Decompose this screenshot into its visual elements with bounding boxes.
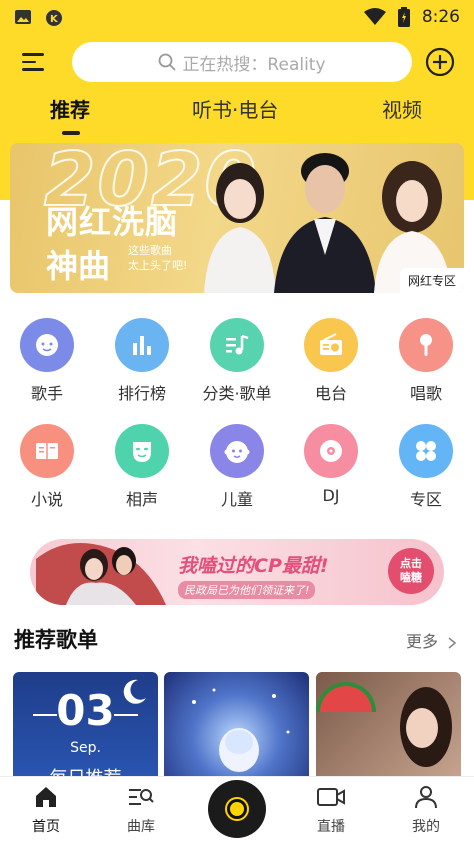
- nav-live[interactable]: 直播: [296, 785, 366, 836]
- category-singer[interactable]: 歌手: [7, 318, 87, 404]
- status-bar: K 8:26: [0, 0, 474, 34]
- live-camera-icon: [317, 788, 345, 806]
- add-icon[interactable]: [424, 46, 456, 78]
- promo-cta-button[interactable]: 点击 嗑糖: [388, 548, 434, 594]
- menu-line-icon: [22, 53, 44, 56]
- divider: [33, 714, 57, 716]
- banner-title-line2: 神曲: [46, 247, 111, 285]
- menu-line-icon: [22, 60, 36, 63]
- category-radio[interactable]: 电台: [291, 318, 371, 404]
- status-time: 8:26: [421, 7, 460, 27]
- tab-video[interactable]: 视频: [382, 94, 422, 123]
- playlist-card[interactable]: [316, 672, 461, 782]
- banner-person-image: [274, 153, 376, 293]
- section-title: 推荐歌单: [14, 628, 98, 652]
- book-icon: [20, 424, 74, 478]
- grid-icon: [399, 424, 453, 478]
- menu-line-icon: [22, 68, 44, 71]
- svg-text:K: K: [50, 14, 59, 25]
- home-icon: [36, 787, 56, 807]
- category-crosstalk[interactable]: 相声: [102, 424, 182, 510]
- category-playlist[interactable]: 分类·歌单: [197, 318, 277, 404]
- divider: [114, 714, 138, 716]
- nav-library[interactable]: 曲库: [106, 785, 176, 836]
- banner-subtitle: 这些歌曲 太上头了吧!: [128, 244, 188, 272]
- child-icon: [210, 424, 264, 478]
- category-karaoke[interactable]: 唱歌: [386, 318, 466, 404]
- chart-icon: [115, 318, 169, 372]
- player-disc-button[interactable]: [208, 780, 266, 838]
- banner-title: 网红洗脑: [46, 203, 179, 241]
- promo-subline: 民政局已为他们领证来了!: [178, 581, 316, 599]
- profile-icon: [415, 786, 437, 809]
- search-icon: [159, 53, 176, 71]
- promo-headline: 我嗑过的CP最甜!: [178, 555, 329, 577]
- nav-profile[interactable]: 我的: [391, 785, 461, 836]
- promo-couple-image: [36, 543, 166, 605]
- playlist-card-daily[interactable]: 03 Sep. 每日推荐: [13, 672, 158, 782]
- daily-month: Sep.: [70, 740, 101, 756]
- vinyl-icon: [304, 424, 358, 478]
- nav-home[interactable]: 首页: [11, 785, 81, 836]
- search-placeholder: 正在热搜：Reality: [182, 54, 326, 75]
- battery-icon: [397, 7, 410, 27]
- daily-day: 03: [56, 686, 115, 735]
- search-input[interactable]: 正在热搜：Reality: [72, 42, 412, 82]
- category-dj[interactable]: DJ: [291, 424, 371, 505]
- category-children[interactable]: 儿童: [197, 424, 277, 510]
- promo-banner[interactable]: 我嗑过的CP最甜! 民政局已为他们领证来了! 点击 嗑糖: [30, 539, 444, 605]
- microphone-icon: [399, 318, 453, 372]
- hero-banner[interactable]: 2020 网红洗脑 神曲 这些歌曲 太上头了吧! 网红专区: [10, 143, 464, 293]
- active-tab-indicator: [62, 131, 80, 135]
- top-header: 正在热搜：Reality: [0, 40, 474, 84]
- playlist-card[interactable]: [164, 672, 309, 782]
- music-list-icon: [210, 318, 264, 372]
- library-search-icon: [129, 789, 154, 805]
- playlist-cover-image: [316, 682, 452, 767]
- app-notification-icon: K: [46, 10, 62, 26]
- radio-icon: [304, 318, 358, 372]
- menu-button[interactable]: [22, 48, 50, 76]
- disc-center-icon: [227, 799, 247, 819]
- gallery-notification-icon: [15, 10, 31, 24]
- banner-badge: 网红专区: [399, 268, 464, 293]
- mask-icon: [115, 424, 169, 478]
- top-tabs: 推荐 听书·电台 视频: [0, 94, 474, 138]
- category-charts[interactable]: 排行榜: [102, 318, 182, 404]
- wifi-icon: [363, 8, 386, 25]
- singer-icon: [20, 318, 74, 372]
- more-link[interactable]: 更多: [406, 628, 457, 652]
- tab-audiobook-radio[interactable]: 听书·电台: [192, 94, 278, 123]
- category-novel[interactable]: 小说: [7, 424, 87, 510]
- tab-recommend[interactable]: 推荐: [50, 94, 90, 123]
- category-zone[interactable]: 专区: [386, 424, 466, 510]
- playlist-cover-image: [192, 688, 290, 772]
- chevron-right-icon: [448, 636, 457, 649]
